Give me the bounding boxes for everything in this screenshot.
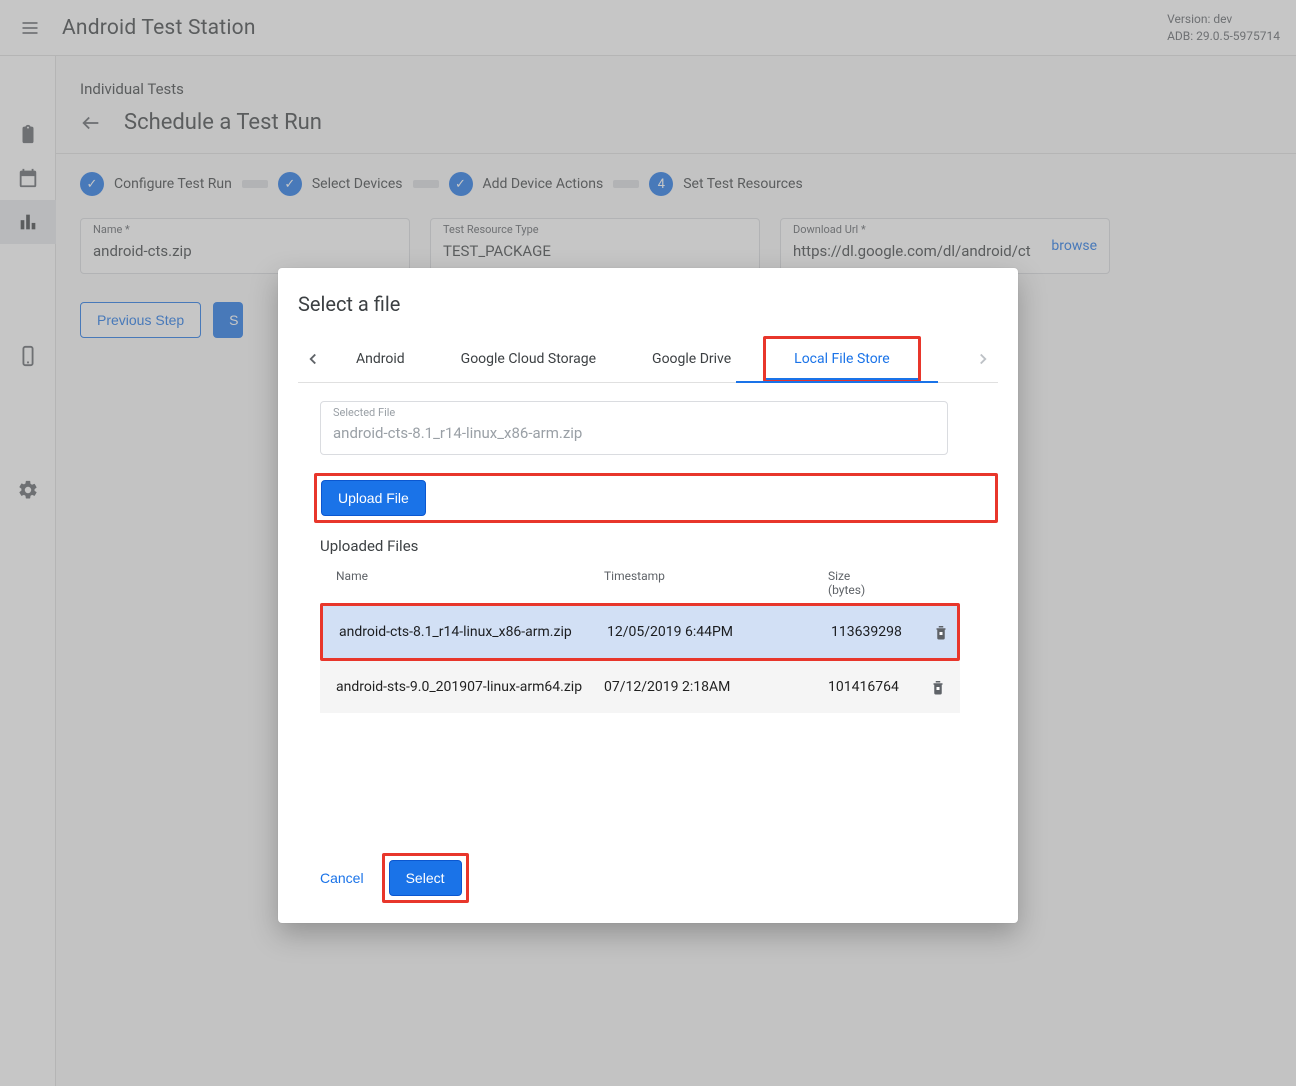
col-size: Size (bytes) (828, 569, 918, 597)
tab-gcs[interactable]: Google Cloud Storage (433, 339, 624, 379)
row-timestamp: 12/05/2019 6:44PM (607, 624, 831, 640)
uploaded-files-head: Uploaded Files (320, 537, 998, 555)
row-size: 101416764 (828, 679, 918, 695)
table-row[interactable]: android-sts-9.0_201907-linux-arm64.zip 0… (320, 661, 960, 713)
dialog-title: Select a file (298, 292, 998, 316)
row-name: android-cts-8.1_r14-linux_x86-arm.zip (339, 624, 607, 640)
dialog-actions: Cancel Select (312, 853, 998, 903)
select-button[interactable]: Select (389, 860, 462, 896)
field-value: android-cts-8.1_r14-linux_x86-arm.zip (333, 424, 582, 442)
col-name: Name (336, 569, 604, 597)
cancel-button[interactable]: Cancel (312, 860, 372, 896)
tab-android[interactable]: Android (328, 339, 433, 379)
table-row[interactable]: android-cts-8.1_r14-linux_x86-arm.zip 12… (323, 606, 957, 658)
tabs-prev-icon[interactable] (298, 339, 328, 379)
modal-overlay: Select a file Android Google Cloud Stora… (0, 0, 1296, 1086)
row-name: android-sts-9.0_201907-linux-arm64.zip (336, 679, 604, 695)
delete-icon[interactable] (918, 678, 958, 696)
dialog-tabs: Android Google Cloud Storage Google Driv… (298, 336, 998, 383)
table-header: Name Timestamp Size (bytes) (320, 563, 960, 603)
tab-local-file-store[interactable]: Local File Store (766, 339, 918, 379)
col-timestamp: Timestamp (604, 569, 828, 597)
tabs-next-icon[interactable] (968, 339, 998, 379)
selected-file-field[interactable]: Selected File android-cts-8.1_r14-linux_… (320, 401, 948, 455)
field-label: Selected File (333, 406, 395, 419)
tab-gdrive[interactable]: Google Drive (624, 339, 759, 379)
row-timestamp: 07/12/2019 2:18AM (604, 679, 828, 695)
delete-icon[interactable] (921, 623, 961, 641)
select-file-dialog: Select a file Android Google Cloud Stora… (278, 268, 1018, 923)
row-size: 113639298 (831, 624, 921, 640)
upload-file-button[interactable]: Upload File (321, 480, 426, 516)
uploaded-files-table: Name Timestamp Size (bytes) android-cts-… (320, 563, 960, 713)
